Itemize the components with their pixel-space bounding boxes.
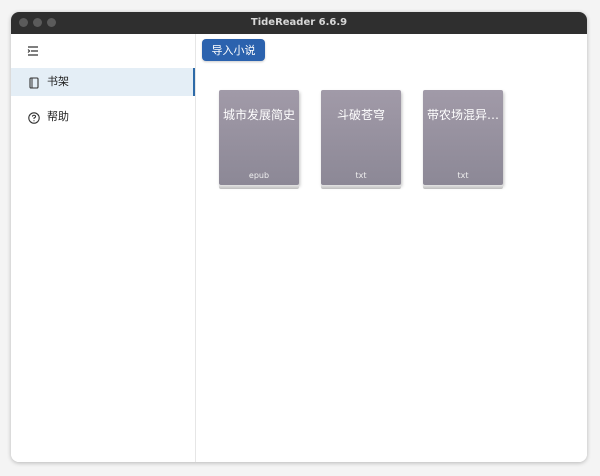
sidebar-item-label: 书架 [47, 75, 69, 88]
book-title: 城市发展简史 [222, 108, 295, 122]
book-title: 斗破苍穹 [336, 108, 385, 122]
book-title: 带农场混异… [426, 108, 499, 122]
book-card[interactable]: 带农场混异… txt [423, 90, 503, 190]
title-bar[interactable]: TideReader 6.6.9 [11, 12, 587, 34]
sidebar-item-bookshelf[interactable]: 书架 [11, 68, 195, 96]
menu-toggle-icon[interactable] [25, 43, 41, 59]
book-pages-edge [219, 185, 299, 189]
main-content: 导入小说 城市发展简史 epub 斗破苍穹 txt 带农场混异… txt [196, 34, 587, 462]
app-window: TideReader 6.6.9 书架 帮助 导入小说 城市发展简史 epub … [11, 12, 587, 462]
book-card[interactable]: 城市发展简史 epub [219, 90, 299, 190]
help-circle-icon [27, 110, 41, 124]
book-format: txt [457, 171, 469, 180]
sidebar-item-label: 帮助 [47, 110, 69, 123]
book-card[interactable]: 斗破苍穹 txt [321, 90, 401, 190]
sidebar: 书架 帮助 [11, 34, 196, 462]
screen: TideReader 6.6.9 书架 帮助 导入小说 城市发展简史 epub … [0, 0, 600, 476]
book-format: txt [355, 171, 367, 180]
book-pages-edge [423, 185, 503, 189]
window-title: TideReader 6.6.9 [250, 17, 348, 28]
book-format: epub [248, 171, 270, 180]
sidebar-item-help[interactable]: 帮助 [11, 103, 195, 131]
import-novel-button[interactable]: 导入小说 [202, 39, 265, 61]
book-pages-edge [321, 185, 401, 189]
book-icon [27, 75, 41, 89]
